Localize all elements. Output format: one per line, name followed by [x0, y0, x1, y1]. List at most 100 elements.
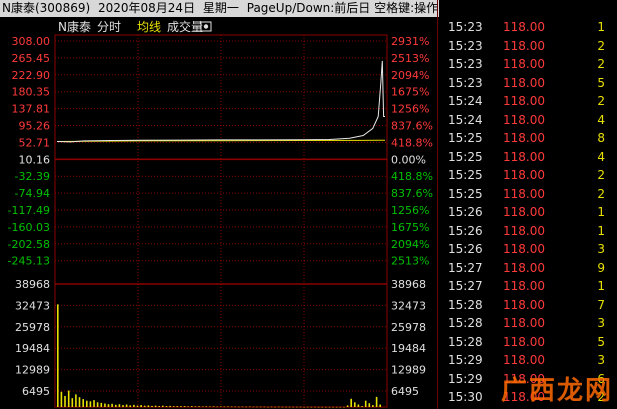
tick-time: 15:25 [448, 149, 483, 164]
tick-volume: 3 [597, 242, 605, 256]
volume-bar [288, 406, 291, 408]
volume-bar [368, 403, 371, 407]
volume-bar [223, 406, 226, 408]
price-tick-label: 137.81 [12, 103, 51, 116]
tick-row[interactable]: 15:28 118.00 5 [437, 333, 617, 351]
volume-bar [234, 406, 237, 408]
tick-row[interactable]: 15:29 118.00 3 [437, 351, 617, 369]
tick-row[interactable]: 15:23 118.00 2 [437, 37, 617, 55]
stock-title: N康泰(300869) [2, 1, 91, 15]
tick-list[interactable]: 15:23 118.00 1 15:23 118.00 2 15:23 118.00 2 15:2… [437, 17, 617, 409]
tick-price: 118.00 [503, 353, 545, 367]
tick-row[interactable]: 15:24 118.00 2 [437, 92, 617, 110]
tick-price: 118.00 [503, 205, 545, 219]
volume-bar [375, 396, 378, 407]
volume-bar [78, 397, 81, 407]
volume-bar [57, 304, 59, 407]
tick-row[interactable]: 15:28 118.00 7 [437, 296, 617, 314]
tick-price: 118.00 [503, 186, 545, 201]
volume-bar [379, 404, 381, 407]
tick-time: 15:27 [448, 260, 483, 275]
camera-icon-lens [203, 24, 209, 29]
price-tick-label: -74.94 [15, 187, 50, 200]
tick-price: 118.00 [503, 112, 545, 127]
volume-bar [354, 402, 356, 407]
tick-time: 15:25 [448, 131, 483, 145]
volume-bar [259, 406, 262, 408]
tick-row[interactable]: 15:28 118.00 3 [437, 314, 617, 332]
tick-row[interactable]: 15:23 118.00 5 [437, 74, 617, 92]
volume-bar [245, 406, 247, 408]
price-tick-label: -117.49 [8, 204, 50, 217]
tick-row[interactable]: 15:25 118.00 2 [437, 166, 617, 184]
tick-row[interactable]: 15:25 118.00 4 [437, 148, 617, 166]
tick-time: 15:26 [448, 242, 483, 256]
tick-time: 15:27 [448, 279, 483, 293]
tick-price: 118.00 [503, 75, 545, 90]
volume-bar [364, 400, 367, 407]
tick-price: 118.00 [503, 149, 545, 164]
volume-tick-label: 12989 [15, 364, 50, 377]
tick-row[interactable]: 15:26 118.00 3 [437, 240, 617, 258]
volume-bar [281, 406, 284, 408]
volume-bar [140, 405, 142, 407]
volume-bar [321, 406, 323, 408]
volume-bar [346, 405, 349, 407]
volume-bar [194, 406, 197, 407]
volume-tick-label-right: 12989 [391, 364, 426, 377]
title-bar: N康泰(300869) 2020年08月24日 星期一 PageUp/Down:… [0, 0, 439, 17]
tick-row[interactable]: 15:25 118.00 2 [437, 185, 617, 203]
tick-price: 118.00 [503, 168, 545, 182]
volume-bar [343, 406, 345, 408]
tick-time: 15:23 [448, 20, 483, 34]
volume-bar [129, 405, 131, 407]
tick-row[interactable]: 15:27 118.00 9 [437, 259, 617, 277]
tick-volume: 5 [597, 334, 605, 349]
chart-tab-1[interactable]: 均线 [137, 20, 161, 34]
volume-bar [64, 396, 66, 407]
volume-bar [104, 403, 106, 407]
volume-bar [325, 406, 327, 408]
tick-volume: 3 [597, 316, 605, 330]
intraday-chart[interactable]: N康泰 分时 均线 成交量 308.00 2931% 265.45 2513% 222.90 20… [0, 17, 437, 409]
volume-bar [372, 405, 374, 407]
chart-tab-2[interactable]: 成交量 [167, 19, 203, 34]
tick-row[interactable]: 15:26 118.00 1 [437, 222, 617, 240]
chart-tab-0[interactable]: 分时 [97, 20, 121, 34]
tick-volume: 7 [597, 297, 605, 312]
pct-tick-label: 1675% [391, 221, 429, 234]
price-tick-label: 308.00 [12, 35, 51, 48]
price-tick-label: 180.35 [12, 86, 51, 99]
volume-bar [154, 405, 157, 407]
volume-bar [278, 406, 280, 408]
tick-time: 15:26 [448, 205, 483, 219]
tick-time: 15:26 [448, 223, 483, 238]
keyboard-hint: PageUp/Down:前后日 空格键:操作 [246, 1, 439, 15]
volume-bar [176, 406, 179, 407]
price-tick-label: -202.58 [8, 238, 50, 251]
tick-row[interactable]: 15:23 118.00 2 [437, 55, 617, 73]
volume-bar [100, 402, 103, 407]
tick-row[interactable]: 15:24 118.00 4 [437, 111, 617, 129]
price-tick-label: 52.71 [19, 136, 51, 149]
tick-volume: 2 [597, 38, 605, 53]
volume-bar [303, 406, 305, 408]
volume-tick-label: 32473 [15, 299, 50, 312]
volume-bar [263, 406, 266, 408]
tick-time: 15:25 [448, 168, 483, 182]
volume-bar [118, 404, 121, 407]
tick-volume: 4 [597, 112, 605, 127]
tick-row[interactable]: 15:26 118.00 1 [437, 203, 617, 221]
pct-tick-label: 1256% [391, 103, 429, 116]
tick-row[interactable]: 15:23 118.00 1 [437, 18, 617, 36]
tick-row[interactable]: 15:25 118.00 8 [437, 129, 617, 147]
volume-tick-label: 25978 [15, 321, 50, 334]
tick-volume: 2 [597, 186, 605, 201]
volume-bar [299, 406, 302, 408]
pct-tick-label: 2931% [391, 35, 429, 48]
volume-tick-label: 6495 [22, 385, 50, 398]
volume-bar [249, 406, 251, 408]
tick-time: 15:28 [448, 297, 483, 312]
tick-time: 15:24 [448, 94, 483, 108]
tick-row[interactable]: 15:27 118.00 1 [437, 277, 617, 295]
